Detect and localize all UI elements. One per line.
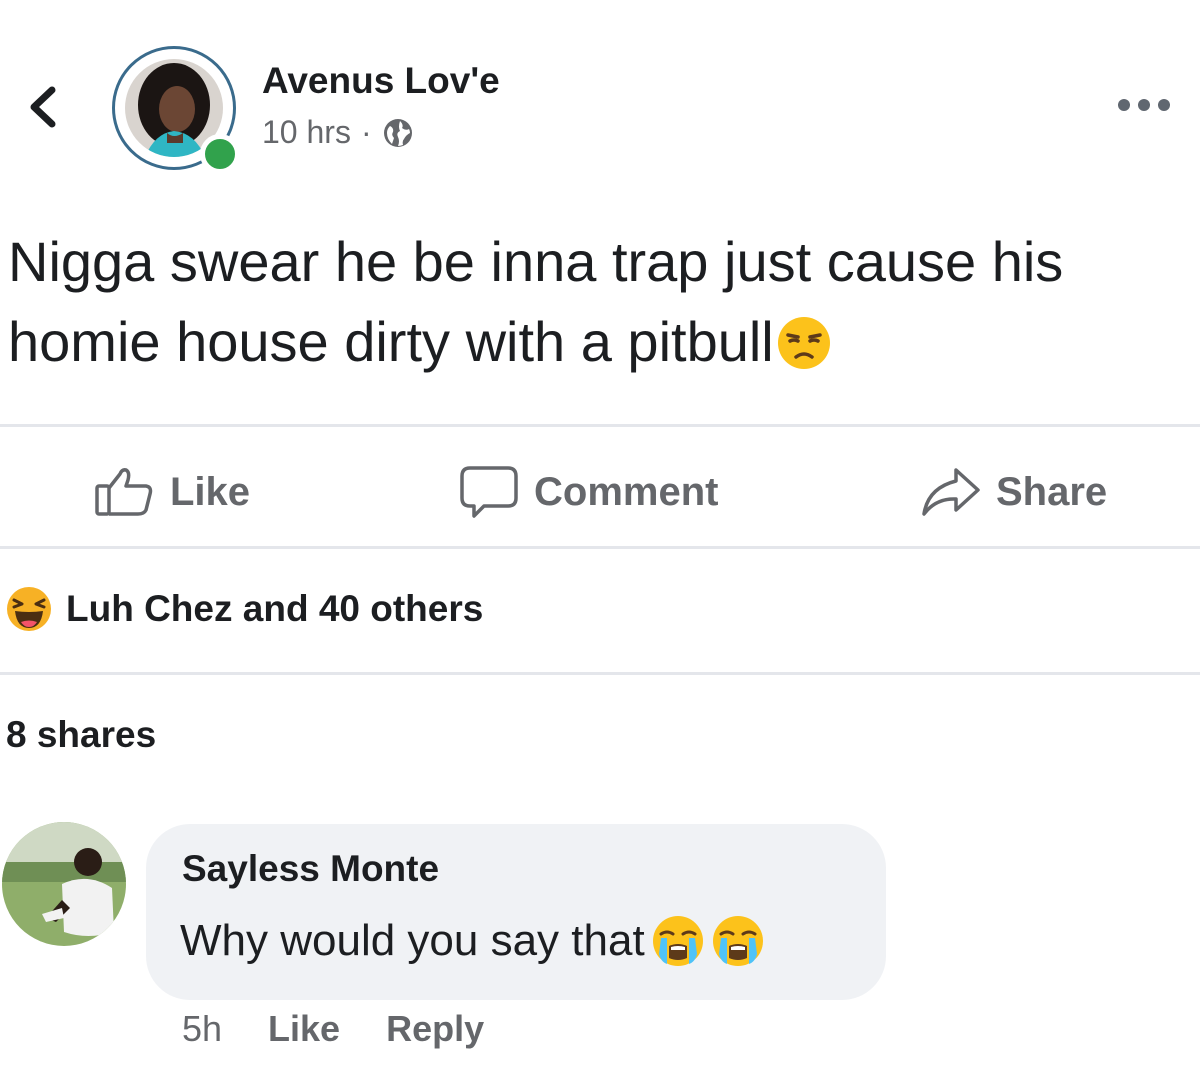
back-button[interactable]: [22, 82, 62, 132]
haha-reaction-icon: [7, 587, 51, 631]
meta-separator: ·: [360, 114, 372, 150]
unamused-face-icon: [776, 312, 832, 392]
loudly-crying-face-icon: [712, 916, 763, 966]
comment-like-button[interactable]: Like: [268, 1008, 340, 1050]
post-body: Nigga swear he be inna trap just cause h…: [8, 222, 1198, 392]
more-options-button[interactable]: [1118, 90, 1198, 120]
more-dot-icon: [1158, 99, 1170, 111]
comment-reply-button[interactable]: Reply: [386, 1008, 484, 1050]
commenter-avatar[interactable]: [2, 822, 126, 946]
comment-meta: 5h Like Reply: [182, 1008, 484, 1050]
commenter-photo: [2, 822, 126, 946]
reactions-summary[interactable]: Luh Chez and 40 others: [6, 586, 483, 632]
thumbs-up-icon: [95, 468, 153, 516]
share-label: Share: [996, 469, 1108, 514]
like-button[interactable]: Like: [94, 462, 250, 522]
author-avatar[interactable]: [112, 46, 240, 174]
shares-count[interactable]: 8 shares: [6, 714, 156, 756]
post-text: Nigga swear he be inna trap just cause h…: [8, 230, 1064, 373]
more-dot-icon: [1138, 99, 1150, 111]
comment-time[interactable]: 5h: [182, 1008, 222, 1050]
comment-label: Comment: [534, 469, 719, 514]
loudly-crying-face-icon: [652, 916, 703, 966]
chevron-left-icon: [30, 86, 56, 128]
divider: [0, 424, 1200, 427]
comment-icon: [460, 466, 518, 518]
comment-body: Why would you say that: [180, 914, 765, 968]
share-button[interactable]: Share: [920, 462, 1107, 522]
divider: [0, 672, 1200, 675]
comment-author[interactable]: Sayless Monte: [182, 848, 439, 890]
online-status-dot: [200, 134, 240, 174]
post-meta: 10 hrs ·: [262, 114, 414, 151]
divider: [0, 546, 1200, 549]
post-author-name[interactable]: Avenus Lov'e: [262, 60, 500, 102]
post-time[interactable]: 10 hrs: [262, 114, 351, 151]
comment-button[interactable]: Comment: [458, 462, 718, 522]
reactions-text: Luh Chez and 40 others: [66, 588, 484, 629]
globe-icon: [383, 118, 412, 147]
share-arrow-icon: [922, 468, 980, 516]
like-label: Like: [170, 469, 251, 514]
comment-text: Why would you say that: [180, 916, 645, 965]
more-dot-icon: [1118, 99, 1130, 111]
